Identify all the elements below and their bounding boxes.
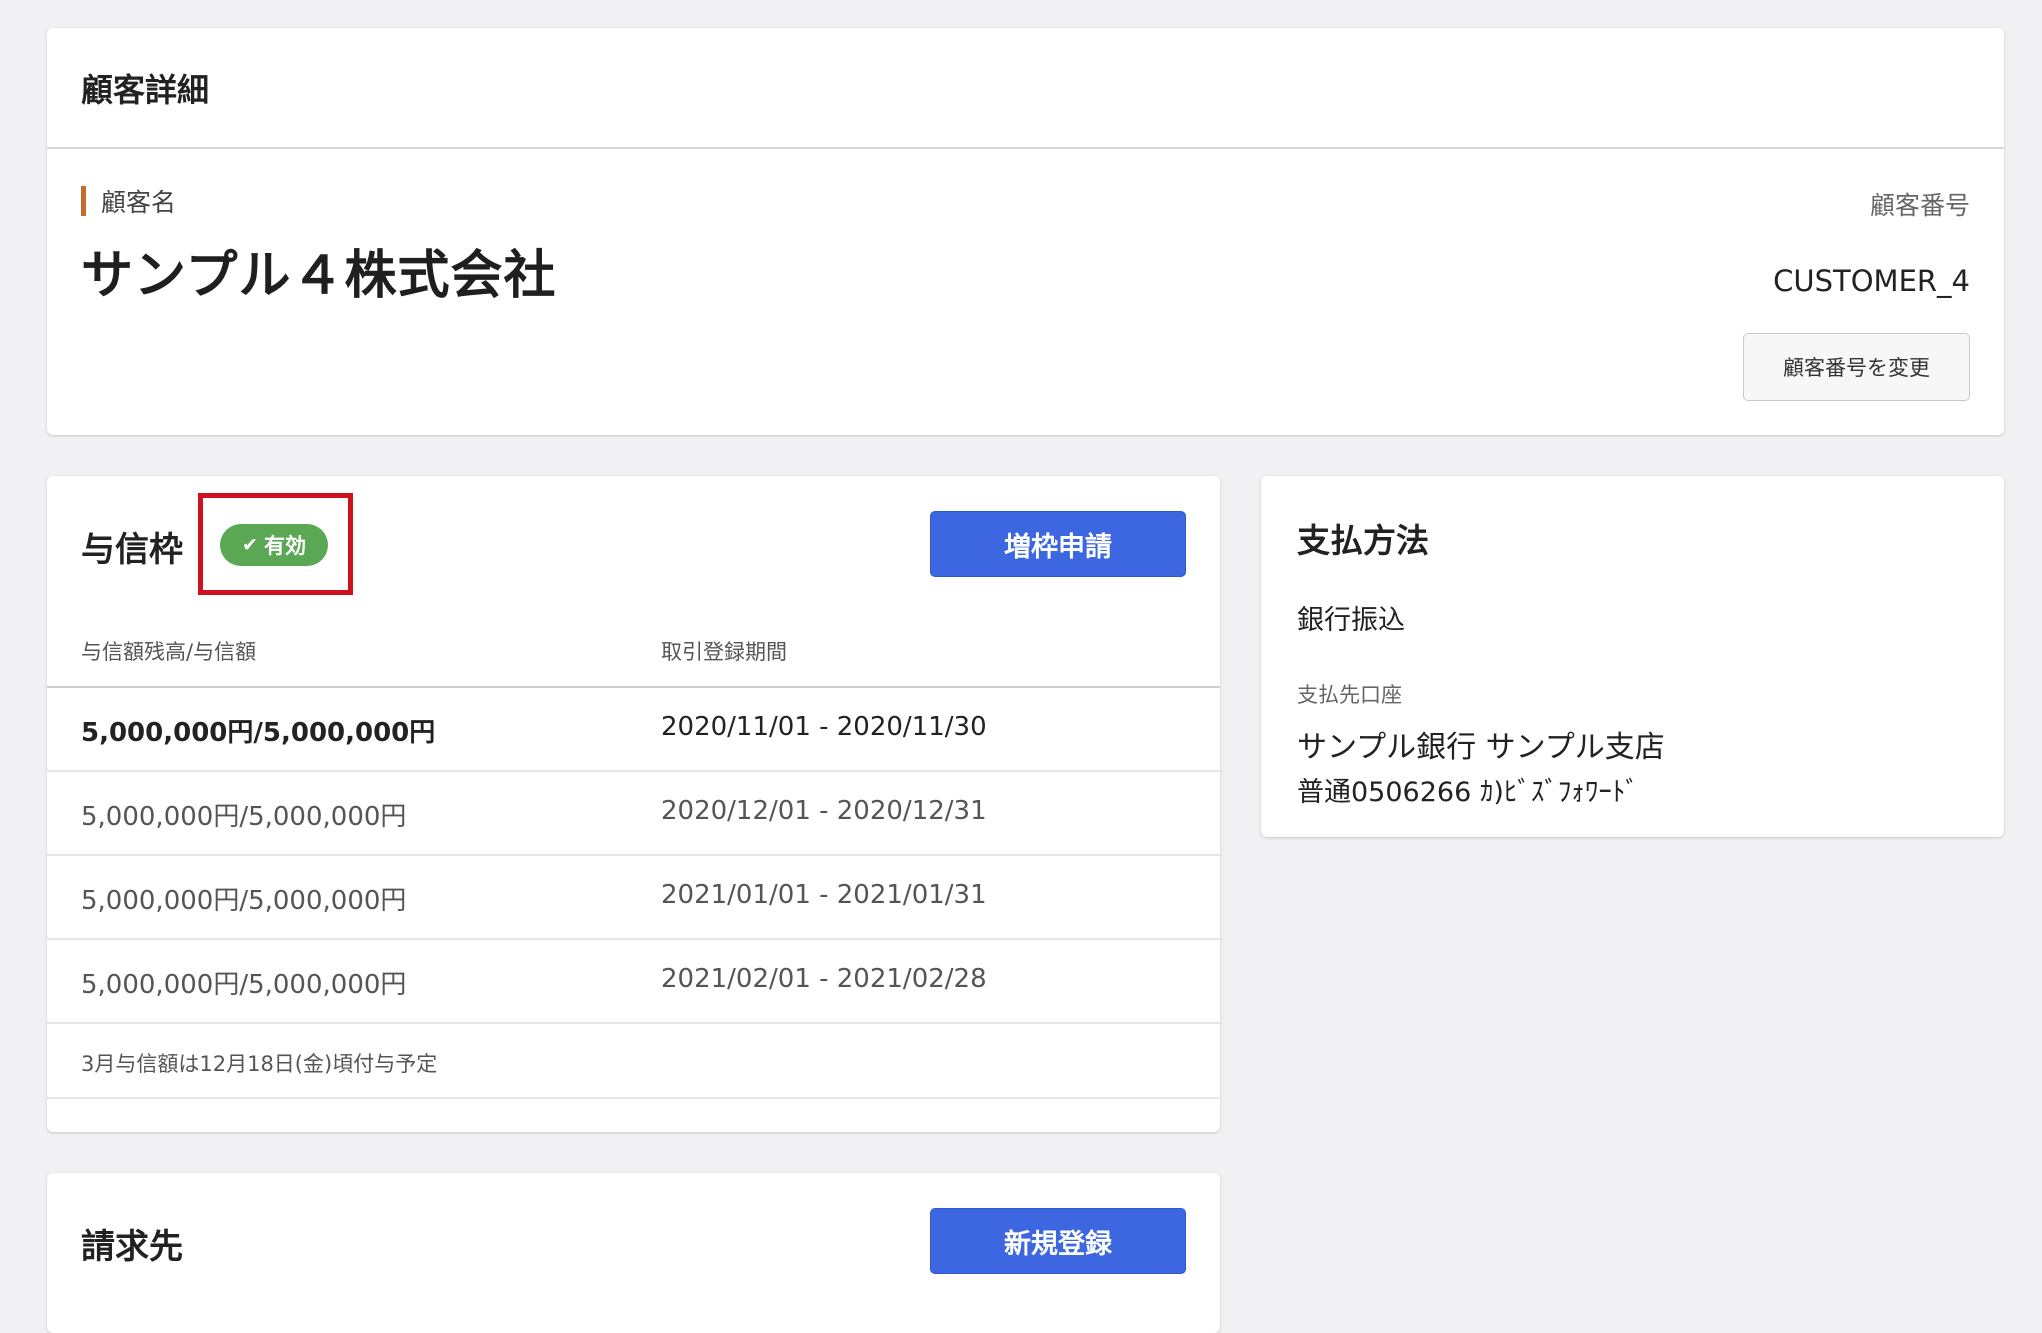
- row-period: 2021/02/01 - 2021/02/28: [661, 964, 987, 994]
- payment-method-title: 支払方法: [1297, 521, 1429, 560]
- payment-account-line1: サンプル銀行 サンプル支店: [1297, 730, 1665, 765]
- highlight-box: [198, 493, 353, 595]
- column-header-amount: 与信額残高/与信額: [81, 640, 257, 664]
- customer-name: サンプル４株式会社: [81, 246, 557, 306]
- increase-limit-button[interactable]: 増枠申請: [930, 511, 1186, 577]
- payment-account-line2: 普通0506266 ｶ)ﾋﾞｽﾞﾌｫﾜｰﾄﾞ: [1297, 777, 1639, 808]
- customer-number-label: 顧客番号: [1869, 191, 1970, 220]
- customer-number-value: CUSTOMER_4: [1773, 264, 1970, 298]
- row-amount: 5,000,000円/5,000,000円: [81, 718, 436, 748]
- row-amount: 5,000,000円/5,000,000円: [81, 802, 407, 832]
- column-header-period: 取引登録期間: [661, 640, 787, 664]
- label-accent-bar: [81, 186, 86, 216]
- row-divider: [47, 938, 1220, 940]
- payment-method-value: 銀行振込: [1297, 605, 1405, 636]
- credit-limit-title: 与信枠: [81, 530, 183, 570]
- row-period: 2020/12/01 - 2020/12/31: [661, 796, 987, 826]
- new-registration-button[interactable]: 新規登録: [930, 1208, 1186, 1274]
- row-divider: [47, 854, 1220, 856]
- row-period: 2020/11/01 - 2020/11/30: [661, 712, 987, 742]
- credit-note: 3月与信額は12月18日(金)頃付与予定: [81, 1052, 438, 1076]
- billing-title: 請求先: [81, 1227, 183, 1267]
- customer-name-label: 顧客名: [81, 186, 177, 217]
- customer-name-label-text: 顧客名: [101, 188, 177, 217]
- customer-card-header: 顧客詳細: [47, 28, 2004, 149]
- page-title: 顧客詳細: [81, 70, 210, 109]
- row-divider: [47, 770, 1220, 772]
- row-amount: 5,000,000円/5,000,000円: [81, 886, 407, 916]
- change-customer-number-button[interactable]: 顧客番号を変更: [1743, 333, 1970, 401]
- customer-detail-card: 顧客詳細: [47, 28, 2004, 435]
- payment-account-label: 支払先口座: [1297, 683, 1402, 707]
- table-header-divider: [47, 686, 1220, 688]
- row-period: 2021/01/01 - 2021/01/31: [661, 880, 987, 910]
- row-amount: 5,000,000円/5,000,000円: [81, 970, 407, 1000]
- row-divider: [47, 1022, 1220, 1024]
- row-divider: [47, 1097, 1220, 1099]
